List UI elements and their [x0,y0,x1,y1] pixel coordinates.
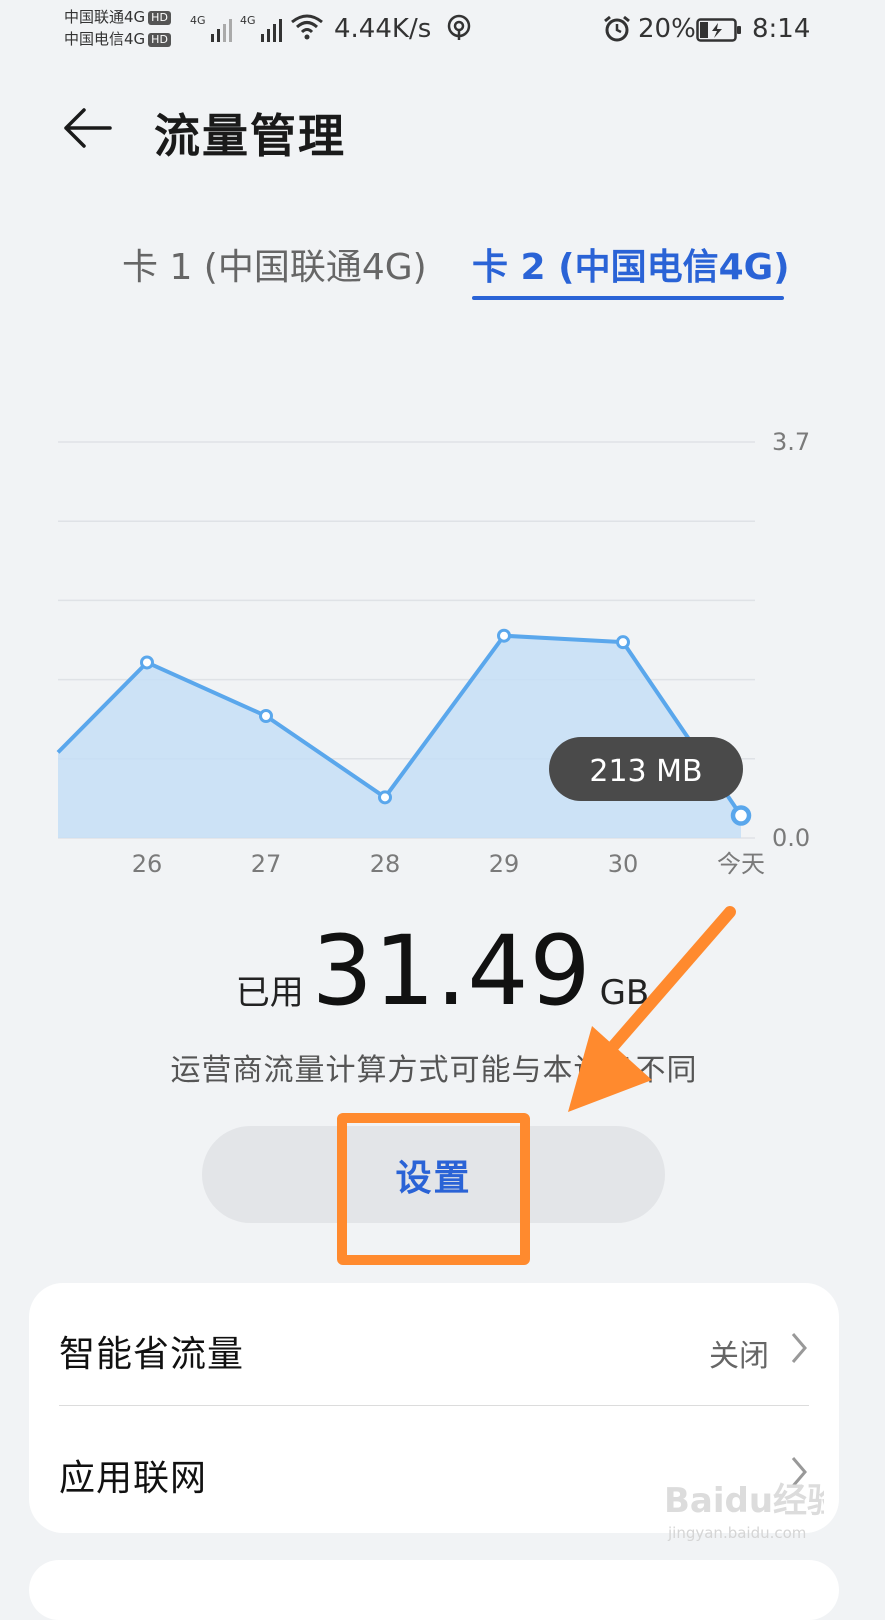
chart-point [730,805,752,826]
status-bar: 中国联通4G HD 中国电信4G HD 4G 4G 4.44K/s 20% 8:14 [0,0,885,64]
usage-summary: 已用31.49 GB [0,915,885,1027]
chart-point [140,655,154,670]
settings-list-card: 智能省流量 关闭 应用联网 [29,1283,839,1533]
hotspot-icon [447,14,471,40]
chart-tooltip-label: 213 MB [589,754,702,789]
carrier-note: 运营商流量计算方式可能与本设备不同 [170,1053,698,1088]
chart-point [378,790,392,805]
tab-sim-2[interactable]: 卡 2 (中国电信4G) [472,238,790,290]
chevron-right-icon [791,1457,807,1487]
chart-x-tick-label: 30 [608,850,639,878]
signal-icon: 4G [190,14,232,42]
chart-y-tick-label: 3.7 [772,428,810,456]
list-item-smart-data-saver[interactable]: 智能省流量 关闭 [29,1283,839,1406]
carrier-2-name: 中国电信4G [64,30,146,48]
page-title: 流量管理 [154,109,346,163]
divider [59,1405,809,1406]
chart-x-tick-label: 27 [251,850,282,878]
wifi-icon [291,14,323,40]
list-item-title: 智能省流量 [59,1334,245,1375]
tab-sim-1[interactable]: 卡 1 (中国联通4G) [122,238,427,290]
chevron-right-icon [791,1333,807,1363]
usage-chart: 26 27 28 29 30 今天 3.7 0.0 213 MB [56,428,810,878]
carrier-info: 中国联通4G HD 中国电信4G HD [64,6,171,50]
chart-x-tick-label: 今天 [717,850,765,878]
list-item-value: 关闭 [709,1339,769,1374]
chart-x-tick-label: 29 [489,850,520,878]
battery-charging-icon [696,18,741,42]
chart-point [259,708,273,723]
chart-point [616,635,630,650]
signal-icon: 4G [240,14,282,42]
chart-x-tick-label: 26 [132,850,163,878]
network-speed: 4.44K/s [334,14,432,44]
list-item-title: 应用联网 [59,1458,208,1499]
signal-type-label: 4G [190,14,206,27]
usage-unit: GB [599,973,650,1013]
clock-time: 8:14 [752,14,811,44]
carrier-1-name: 中国联通4G [64,8,146,26]
battery-percent: 20% [638,14,696,44]
hd-badge: HD [148,32,171,47]
settings-button-label: 设置 [395,1157,472,1199]
chart-y-tick-label: 0.0 [772,824,810,852]
chart-x-tick-label: 28 [370,850,401,878]
alarm-icon [604,15,630,42]
usage-prefix: 已用 [235,973,304,1013]
settings-button[interactable]: 设置 [202,1126,665,1223]
settings-list-card-2 [29,1560,839,1620]
signal-type-label: 4G [240,14,256,27]
tab-active-indicator [472,296,784,300]
list-item-app-networking[interactable]: 应用联网 [29,1407,839,1525]
chart-point [497,628,511,643]
hd-badge: HD [148,10,171,25]
usage-value: 31.49 [311,915,592,1027]
back-arrow-icon[interactable] [60,100,116,156]
